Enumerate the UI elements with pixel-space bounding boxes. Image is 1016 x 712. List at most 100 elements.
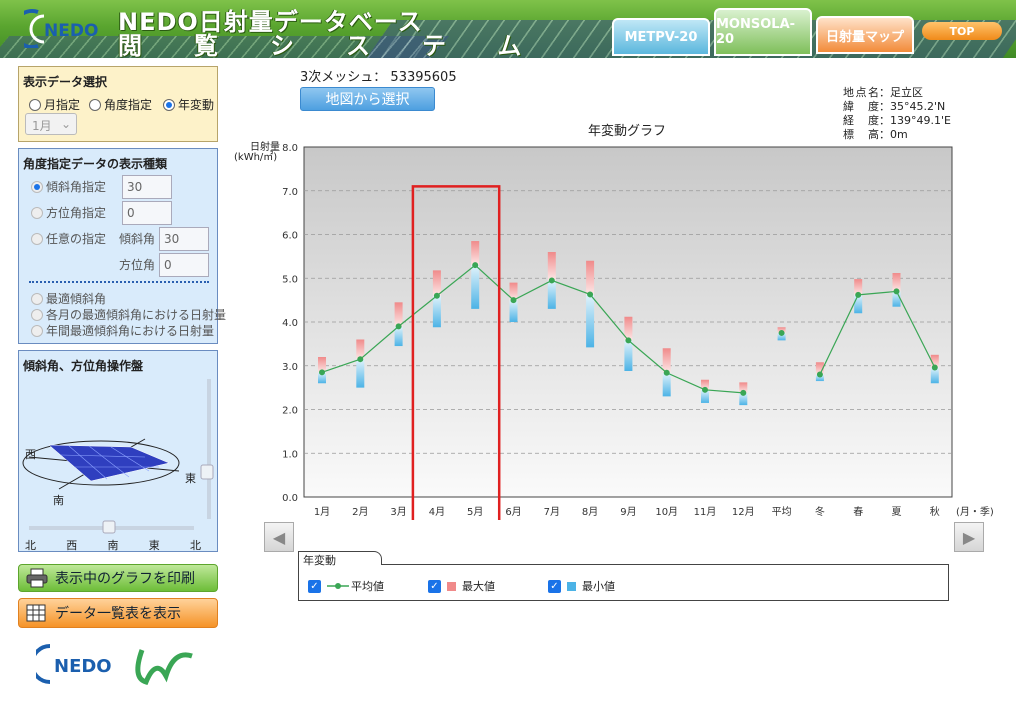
solar-panel-icon xyxy=(48,444,170,482)
y-tick-label: 0.0 xyxy=(282,493,298,504)
print-graph-button[interactable]: 表示中のグラフを印刷 xyxy=(18,564,218,592)
max-bar xyxy=(432,270,441,296)
azimuth-scale[interactable]: 北西南東北 xyxy=(25,537,201,553)
min-bar xyxy=(432,295,441,328)
x-tick-label: 9月 xyxy=(620,506,636,518)
data-list-button[interactable]: データ一覧表を表示 xyxy=(18,598,218,628)
radio-button[interactable] xyxy=(31,308,43,321)
east-label: 東 xyxy=(185,472,196,485)
avg-point xyxy=(931,364,938,371)
x-tick-label: 10月 xyxy=(655,506,678,518)
divider xyxy=(29,281,209,283)
x-tick-label: 春 xyxy=(853,506,863,518)
triangle-right-icon: ▶ xyxy=(962,527,976,547)
x-tick-label: 12月 xyxy=(732,506,755,518)
avg-point xyxy=(778,329,785,336)
max-swatch-icon xyxy=(447,581,456,591)
checkbox-min[interactable]: ✓ xyxy=(548,579,561,593)
max-bar xyxy=(547,252,556,281)
tab-radiation-map[interactable]: 日射量マップ xyxy=(816,16,914,54)
arb-azimuth-label: 方位角 xyxy=(119,258,156,272)
tilt-azimuth-control-panel: 傾斜角、方位角操作盤 西 東 南 北西南東北 xyxy=(18,350,218,552)
avg-point xyxy=(855,291,862,298)
legend-box xyxy=(298,564,949,601)
x-tick-label: 夏 xyxy=(892,506,902,518)
y-tick-label: 4.0 xyxy=(282,318,298,329)
radio-month[interactable]: 月指定 xyxy=(29,96,80,113)
checkbox-max[interactable]: ✓ xyxy=(428,579,441,593)
legend-avg[interactable]: ✓ 平均値 xyxy=(308,578,384,594)
checkbox-avg[interactable]: ✓ xyxy=(308,579,321,593)
arb-tilt-input[interactable]: 30 xyxy=(159,227,209,251)
radio-button[interactable] xyxy=(31,292,43,305)
tab-monsola[interactable]: MONSOLA-20 xyxy=(714,8,812,56)
x-tick-label: 2月 xyxy=(352,506,368,518)
y-tick-label: 3.0 xyxy=(282,362,298,373)
azimuth-input[interactable]: 0 xyxy=(122,201,172,225)
panel-title: 表示データ選択 xyxy=(23,75,108,89)
radio-button[interactable] xyxy=(29,98,41,111)
legend-max[interactable]: ✓ 最大値 xyxy=(428,578,495,594)
panel-title: 角度指定データの表示種類 xyxy=(23,157,168,171)
radio-monthly-optimal[interactable]: 各月の最適傾斜角における日射量 xyxy=(31,306,226,323)
tab-top[interactable]: TOP xyxy=(922,22,1002,40)
avg-point xyxy=(625,337,632,344)
avg-point xyxy=(548,277,555,284)
y-tick-label: 8.0 xyxy=(282,143,298,154)
radio-button[interactable] xyxy=(89,98,101,111)
jwa-logo xyxy=(135,649,193,686)
radio-button[interactable] xyxy=(31,180,43,193)
x-tick-label: 秋 xyxy=(930,505,940,518)
x-tick-label: 3月 xyxy=(390,506,406,518)
min-bar xyxy=(471,265,480,309)
max-bar xyxy=(586,260,595,295)
x-tick-label: 平均 xyxy=(772,506,792,518)
radio-angle[interactable]: 角度指定 xyxy=(89,96,152,113)
avg-point xyxy=(893,288,900,295)
y-tick-label: 7.0 xyxy=(282,187,298,198)
x-tick-label: 8月 xyxy=(582,506,598,518)
avg-point xyxy=(587,291,594,298)
min-bar xyxy=(586,294,595,348)
radio-optimal-tilt[interactable]: 最適傾斜角 xyxy=(31,290,106,307)
radio-button[interactable] xyxy=(31,206,43,219)
month-select[interactable]: 1月 ⌄ xyxy=(25,113,77,135)
radio-button[interactable] xyxy=(31,232,43,245)
radio-button[interactable] xyxy=(31,324,43,337)
legend-min[interactable]: ✓ 最小値 xyxy=(548,578,615,594)
select-from-map-button[interactable]: 地図から選択 xyxy=(300,87,435,111)
radio-tilt[interactable]: 傾斜角指定 xyxy=(31,178,106,195)
max-bar xyxy=(471,241,480,266)
radio-azimuth[interactable]: 方位角指定 xyxy=(31,204,106,221)
min-bar xyxy=(356,359,365,388)
arb-tilt-label: 傾斜角 xyxy=(119,232,156,246)
radio-annual-optimal[interactable]: 年間最適傾斜角における日射量 xyxy=(31,322,214,339)
min-swatch-icon xyxy=(567,581,576,591)
x-tick-label: 冬 xyxy=(815,505,825,518)
x-tick-label: 4月 xyxy=(429,506,445,518)
tilt-input[interactable]: 30 xyxy=(122,175,172,199)
prev-button[interactable]: ◀ xyxy=(264,522,294,552)
max-bar xyxy=(394,302,403,327)
tab-metpv[interactable]: METPV-20 xyxy=(612,18,710,56)
sponsor-logos: NEDO xyxy=(36,644,193,686)
chart-title: 年変動グラフ xyxy=(588,123,666,139)
yearly-variation-chart: 年変動グラフ日射量(kWh/㎡)0.01.02.03.04.05.06.07.0… xyxy=(234,123,994,520)
legend-tab: 年変動 xyxy=(298,551,382,567)
mesh-code: 3次メッシュ： 53395605 xyxy=(300,70,457,85)
arb-azimuth-input[interactable]: 0 xyxy=(159,253,209,277)
radio-arbitrary[interactable]: 任意の指定 xyxy=(31,230,106,247)
south-label: 南 xyxy=(53,494,64,507)
y-tick-label: 2.0 xyxy=(282,406,298,417)
avg-point xyxy=(702,386,708,393)
avg-line-icon xyxy=(327,583,349,589)
radio-yearly[interactable]: 年変動 xyxy=(163,96,214,113)
header-banner: NEDO NEDO日射量データベース 閲覧システム METPV-20 MONSO… xyxy=(0,0,1016,58)
avg-point xyxy=(319,369,325,376)
min-bar xyxy=(547,280,556,309)
radio-button-selected[interactable] xyxy=(163,98,175,111)
table-icon xyxy=(26,604,46,622)
min-bar xyxy=(662,372,671,397)
avg-point xyxy=(510,297,517,304)
next-button[interactable]: ▶ xyxy=(954,522,984,552)
